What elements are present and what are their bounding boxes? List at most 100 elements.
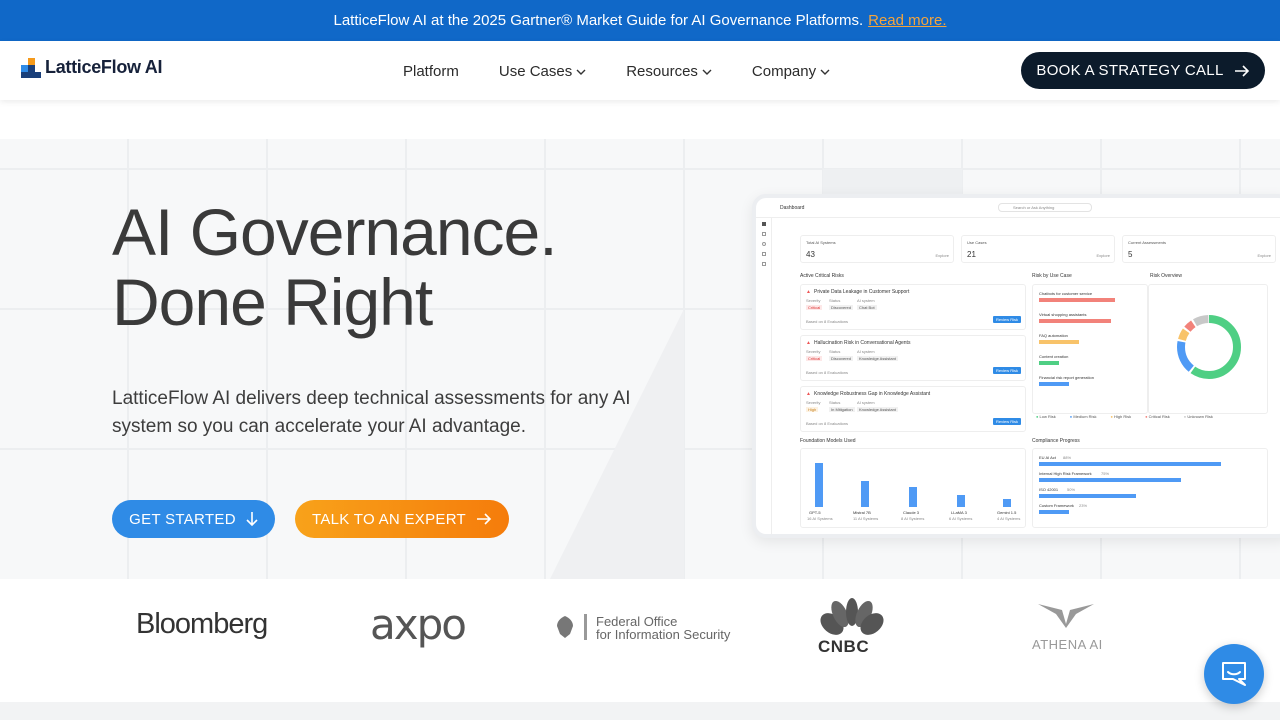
stat-explore-link: Explore (1257, 253, 1271, 258)
compliance-bar (1039, 494, 1136, 498)
compliance-pct: 50% (1067, 487, 1076, 492)
dashboard-title: Dashboard (780, 205, 805, 211)
usecase-bar (1039, 382, 1069, 386)
table-icon (762, 262, 766, 266)
get-started-button[interactable]: GET STARTED (112, 500, 275, 538)
nav-item-label: Platform (403, 63, 459, 80)
model-count: 4 AI Systems (997, 516, 1021, 521)
risk-card: ▲ Hallucination Risk in Conversational A… (800, 335, 1026, 381)
model-name: GPT-5 (809, 510, 821, 515)
file-icon (762, 232, 766, 236)
risk-legend: ● Low Risk ● Medium Risk ● High Risk ● C… (1036, 414, 1276, 422)
book-strategy-call-button[interactable]: BOOK A STRATEGY CALL (1021, 52, 1265, 89)
legend-item: ● Low Risk (1036, 414, 1056, 419)
cnbc-peacock-icon (818, 598, 886, 638)
nav-item-company[interactable]: Company (752, 63, 830, 80)
announcement-banner: LatticeFlow AI at the 2025 Gartner® Mark… (0, 0, 1280, 41)
risk-based-on: Based on 8 Evaluations (806, 370, 849, 375)
chevron-down-icon (702, 69, 712, 75)
bsi-divider (584, 614, 587, 640)
compliance-name: EU AI Act (1039, 455, 1056, 460)
compliance-pct: 75% (1101, 471, 1110, 476)
hero-title-line2: Done Right (112, 265, 433, 339)
nav-item-use-cases[interactable]: Use Cases (499, 63, 586, 80)
system-badge: Knowledge Assistant (857, 407, 898, 412)
model-bar (1003, 499, 1011, 507)
col-label: Severity (806, 349, 821, 354)
chevron-down-icon (576, 69, 586, 75)
model-bar (909, 487, 917, 507)
model-name: Gemini 1.5 (997, 510, 1017, 515)
col-label: Severity (806, 298, 821, 303)
col-label: Severity (806, 400, 821, 405)
compliance-pct: 88% (1063, 455, 1072, 460)
compliance-name: ISO 42001 (1039, 487, 1059, 492)
model-bar (861, 481, 869, 507)
stat-card: Use Cases 21 Explore (961, 235, 1115, 263)
stat-value: 21 (967, 250, 976, 259)
check-icon (762, 252, 766, 256)
athena-logo: ATHENA AI (1032, 637, 1103, 652)
overview-card (1148, 284, 1268, 414)
dashboard-topbar: Dashboard Search or Ask Anything (756, 198, 1280, 218)
bloomberg-logo: Bloomberg (136, 608, 268, 640)
usecase-bar (1039, 340, 1079, 344)
model-name: Mistral 7B (853, 510, 871, 515)
status-badge: Discovered (829, 356, 854, 361)
review-risk-button[interactable]: Review Risk (992, 316, 1021, 323)
stat-explore-link: Explore (1096, 253, 1110, 258)
risk-title: Hallucination Risk in Conversational Age… (814, 340, 911, 346)
usecase-bar (1039, 298, 1115, 302)
system-badge: Knowledge Assistant (857, 356, 898, 361)
nav-item-resources[interactable]: Resources (626, 63, 712, 80)
stat-label: Total AI Systems (806, 240, 836, 245)
stat-value: 5 (1128, 250, 1133, 259)
axpo-logo: axpo (370, 600, 467, 649)
col-label: AI system (857, 298, 875, 303)
usecase-bar (1039, 319, 1111, 323)
compliance-bar (1039, 478, 1181, 482)
legend-item: ● Unknown Risk (1183, 414, 1213, 419)
eagle-emblem-icon (554, 614, 576, 640)
usecase-card: Chatbots for customer service Virtual sh… (1032, 284, 1148, 414)
banner-read-more-link[interactable]: Read more. (868, 12, 946, 29)
stat-value: 43 (806, 250, 815, 259)
compliance-title: Compliance Progress (1032, 438, 1080, 444)
usecase-label: FAQ automation (1039, 333, 1068, 338)
latticeflow-logo[interactable]: LatticeFlow AI (21, 57, 162, 78)
review-risk-button[interactable]: Review Risk (992, 367, 1021, 374)
status-badge: In Mitigation (829, 407, 855, 412)
talk-to-expert-button[interactable]: TALK TO AN EXPERT (295, 500, 509, 538)
chat-widget-button[interactable] (1204, 644, 1264, 704)
nav-item-platform[interactable]: Platform (403, 63, 459, 80)
usecase-label: Financial risk report generation (1039, 375, 1094, 380)
bsi-logo-text: Federal Office for Information Security (596, 615, 730, 641)
legend-item: ● Critical Risk (1145, 414, 1170, 419)
warning-icon: ▲ (806, 289, 811, 295)
models-title: Foundation Models Used (800, 438, 856, 444)
model-count: 8 AI Systems (901, 516, 925, 521)
hero-title: AI Governance. Done Right (112, 197, 558, 339)
severity-badge: Critical (806, 305, 823, 310)
model-count: 6 AI Systems (949, 516, 973, 521)
chevron-down-icon (820, 69, 830, 75)
model-bar (957, 495, 965, 507)
usecase-label: Content creation (1039, 354, 1069, 359)
main-menu: Platform Use Cases Resources Company (403, 63, 870, 80)
risk-based-on: Based on 8 Evaluations (806, 319, 849, 324)
dashboard-search: Search or Ask Anything (998, 203, 1092, 212)
stat-card: Current Assessments 5 Explore (1122, 235, 1276, 263)
stat-card: Total AI Systems 43 Explore (800, 235, 954, 263)
review-risk-button[interactable]: Review Risk (992, 418, 1021, 425)
logo-text: LatticeFlow AI (45, 57, 163, 77)
nav-item-label: Company (751, 63, 817, 80)
chat-icon (1222, 662, 1246, 686)
arrow-down-icon (246, 512, 258, 527)
model-count: 11 AI Systems (853, 516, 879, 521)
col-label: AI system (857, 349, 875, 354)
usecase-label: Virtual shopping assistants (1039, 312, 1087, 317)
usecase-label: Chatbots for customer service (1039, 291, 1093, 296)
compliance-name: Internal High Risk Framework (1039, 471, 1092, 476)
compliance-pct: 23% (1079, 503, 1088, 508)
risk-based-on: Based on 8 Evaluations (806, 421, 849, 426)
